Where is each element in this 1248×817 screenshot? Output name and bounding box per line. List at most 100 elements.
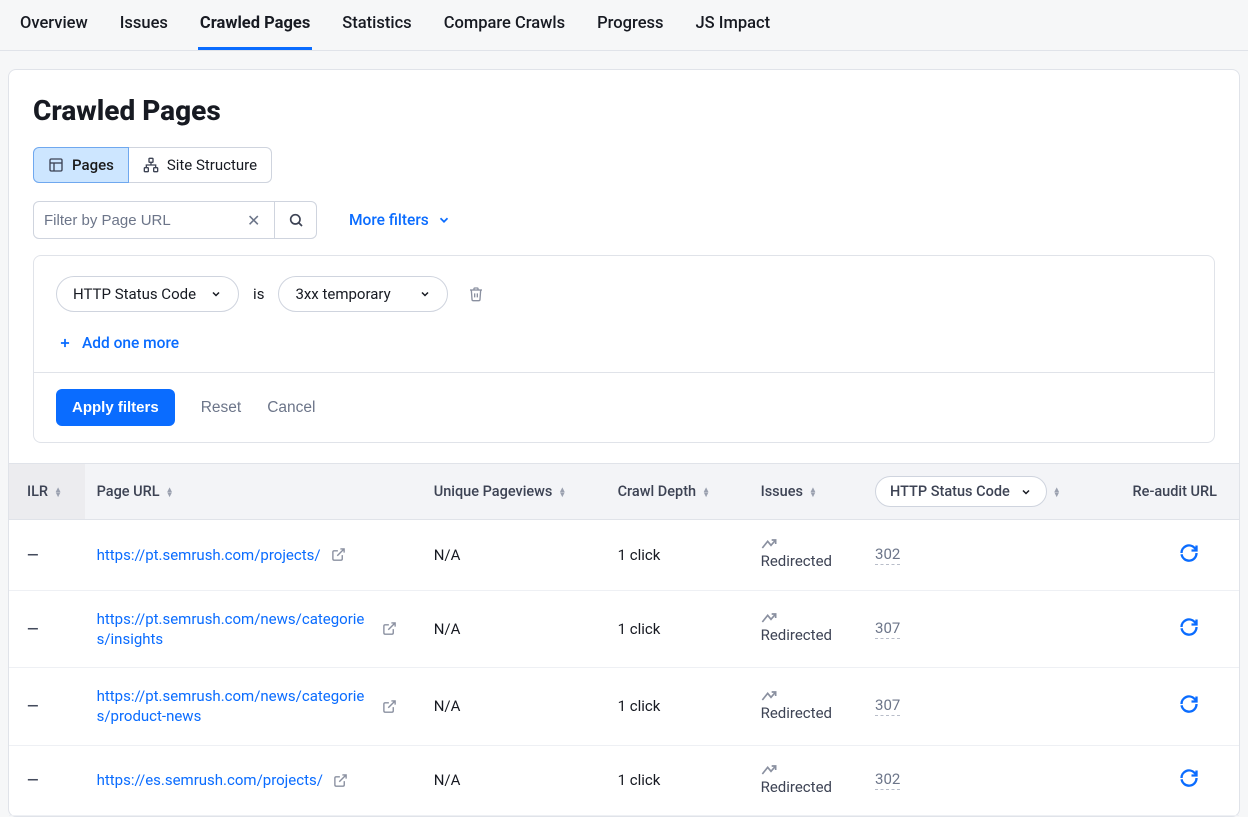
results-table-wrap: ILR Page URL Unique Pageviews — [9, 463, 1239, 816]
filter-operator-label: is — [253, 285, 264, 303]
sort-icon — [166, 487, 174, 497]
ilr-value: — — [27, 546, 40, 564]
http-status-value[interactable]: 302 — [875, 545, 900, 565]
tab-js-impact[interactable]: JS Impact — [694, 0, 773, 50]
plus-icon — [58, 336, 72, 350]
issues-value: Redirected — [761, 552, 851, 572]
tab-statistics[interactable]: Statistics — [340, 0, 413, 50]
reaudit-button[interactable] — [1179, 694, 1199, 714]
crawl-depth-value: 1 click — [618, 620, 661, 638]
chevron-down-icon — [210, 288, 222, 300]
tab-overview[interactable]: Overview — [18, 0, 90, 50]
http-status-value[interactable]: 307 — [875, 619, 900, 639]
chevron-down-icon — [1020, 486, 1032, 498]
issues-value: Redirected — [761, 626, 851, 646]
external-link-icon[interactable] — [331, 547, 346, 562]
sort-icon — [702, 487, 710, 497]
view-pages-label: Pages — [72, 156, 114, 174]
page-url-link[interactable]: https://pt.semrush.com/projects/ — [97, 545, 321, 565]
redirect-icon — [761, 612, 851, 624]
crawl-depth-value: 1 click — [618, 771, 661, 789]
delete-condition-button[interactable] — [462, 280, 490, 308]
table-row: — https://pt.semrush.com/projects/ N/A 1… — [9, 520, 1239, 591]
site-structure-icon — [143, 157, 159, 173]
tab-progress[interactable]: Progress — [595, 0, 665, 50]
tab-crawled-pages[interactable]: Crawled Pages — [198, 0, 312, 50]
view-structure-label: Site Structure — [167, 156, 257, 174]
add-condition-label: Add one more — [82, 334, 179, 352]
page-title: Crawled Pages — [33, 94, 1215, 127]
crawl-depth-value: 1 click — [618, 697, 661, 715]
col-header-unique-label: Unique Pageviews — [434, 483, 553, 500]
external-link-icon[interactable] — [382, 699, 397, 714]
reaudit-button[interactable] — [1179, 617, 1199, 637]
sort-icon — [54, 487, 62, 497]
redirect-icon — [761, 690, 851, 702]
view-pages[interactable]: Pages — [33, 147, 129, 183]
http-status-column-select[interactable]: HTTP Status Code — [875, 476, 1047, 507]
reaudit-button[interactable] — [1179, 768, 1199, 788]
unique-pageviews-value: N/A — [434, 697, 461, 715]
crawl-depth-value: 1 click — [618, 546, 661, 564]
filter-input-wrap: ✕ — [33, 201, 275, 239]
top-tabs: Overview Issues Crawled Pages Statistics… — [0, 0, 1248, 51]
col-header-reaudit: Re-audit URL — [1116, 464, 1239, 520]
reset-filters-button[interactable]: Reset — [201, 399, 242, 417]
add-condition-button[interactable]: Add one more — [58, 334, 179, 352]
filter-actions: Apply filters Reset Cancel — [34, 372, 1214, 442]
sort-icon — [1053, 487, 1061, 497]
ilr-value: — — [27, 697, 40, 715]
tab-compare-crawls[interactable]: Compare Crawls — [442, 0, 567, 50]
col-header-issues[interactable]: Issues — [749, 464, 863, 520]
filter-row: ✕ More filters — [33, 201, 1215, 239]
issues-value: Redirected — [761, 704, 851, 724]
filter-url-input[interactable] — [44, 212, 243, 229]
search-button[interactable] — [275, 201, 317, 239]
issues-value: Redirected — [761, 778, 851, 798]
reaudit-button[interactable] — [1179, 543, 1199, 563]
table-row: — https://pt.semrush.com/news/categories… — [9, 668, 1239, 746]
cancel-filters-button[interactable]: Cancel — [267, 399, 315, 417]
view-site-structure[interactable]: Site Structure — [129, 147, 272, 183]
table-row: — https://pt.semrush.com/news/categories… — [9, 590, 1239, 668]
tab-issues[interactable]: Issues — [118, 0, 170, 50]
redirect-icon — [761, 764, 851, 776]
filter-builder: HTTP Status Code is 3xx temporary — [33, 255, 1215, 443]
search-icon — [288, 212, 304, 228]
col-header-url[interactable]: Page URL — [85, 464, 422, 520]
http-status-value[interactable]: 302 — [875, 770, 900, 790]
col-header-unique[interactable]: Unique Pageviews — [422, 464, 606, 520]
page-url-link[interactable]: https://es.semrush.com/projects/ — [97, 770, 323, 790]
filter-input-group: ✕ — [33, 201, 317, 239]
chevron-down-icon — [419, 288, 431, 300]
more-filters-label: More filters — [349, 211, 429, 229]
page-url-link[interactable]: https://pt.semrush.com/news/categories/p… — [97, 686, 372, 727]
pages-icon — [48, 157, 64, 173]
clear-input-icon[interactable]: ✕ — [243, 211, 264, 230]
col-header-http-label: HTTP Status Code — [890, 483, 1010, 500]
col-header-reaudit-label: Re-audit URL — [1133, 483, 1217, 500]
unique-pageviews-value: N/A — [434, 771, 461, 789]
unique-pageviews-value: N/A — [434, 620, 461, 638]
col-header-ilr[interactable]: ILR — [9, 464, 85, 520]
page-url-link[interactable]: https://pt.semrush.com/news/categories/i… — [97, 609, 372, 650]
apply-filters-button[interactable]: Apply filters — [56, 389, 175, 426]
col-header-issues-label: Issues — [761, 483, 803, 500]
ilr-value: — — [27, 620, 40, 638]
view-toggle: Pages Site Structure — [33, 147, 272, 183]
filter-field-select[interactable]: HTTP Status Code — [56, 276, 239, 312]
sort-icon — [809, 487, 817, 497]
col-header-url-label: Page URL — [97, 483, 160, 500]
col-header-http[interactable]: HTTP Status Code — [863, 464, 1116, 520]
redirect-icon — [761, 538, 851, 550]
results-table: ILR Page URL Unique Pageviews — [9, 463, 1239, 816]
col-header-depth[interactable]: Crawl Depth — [606, 464, 749, 520]
http-status-value[interactable]: 307 — [875, 696, 900, 716]
external-link-icon[interactable] — [382, 621, 397, 636]
col-header-ilr-label: ILR — [27, 483, 48, 500]
more-filters-toggle[interactable]: More filters — [349, 211, 451, 229]
table-row: — https://es.semrush.com/projects/ N/A 1… — [9, 745, 1239, 816]
main-card: Crawled Pages Pages Site Structure — [8, 69, 1240, 817]
filter-condition-row: HTTP Status Code is 3xx temporary — [56, 276, 1192, 312]
filter-value-select[interactable]: 3xx temporary — [278, 276, 448, 312]
